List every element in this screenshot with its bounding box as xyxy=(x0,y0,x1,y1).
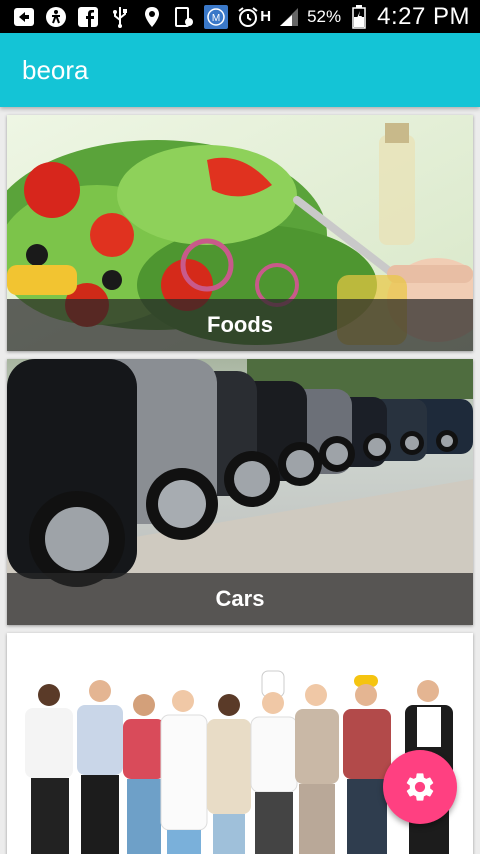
clock: 4:27 PM xyxy=(377,2,470,30)
app-bar: beora xyxy=(0,33,480,107)
category-label: Cars xyxy=(7,573,473,625)
category-label: Foods xyxy=(7,299,473,351)
battery-icon xyxy=(347,4,371,29)
svg-text:M: M xyxy=(212,13,220,24)
category-list[interactable]: Foods Cars xyxy=(0,107,480,854)
network-type: H xyxy=(260,8,272,25)
signal-icon xyxy=(277,5,301,29)
professions-group-photo xyxy=(7,633,473,854)
category-card-cars[interactable]: Cars xyxy=(7,359,473,625)
accessibility-icon xyxy=(44,5,68,29)
notification-icon xyxy=(12,5,36,29)
facebook-icon xyxy=(76,5,100,29)
alarm-icon xyxy=(236,5,260,29)
settings-fab[interactable] xyxy=(383,750,457,824)
gear-icon xyxy=(403,770,437,804)
screenshot-icon xyxy=(172,5,196,29)
app-icon: M xyxy=(204,4,228,29)
location-icon xyxy=(140,5,164,29)
battery-percent: 52% xyxy=(307,6,342,26)
usb-icon xyxy=(108,5,132,29)
status-bar: M H 52% 4:27 PM xyxy=(0,0,480,33)
category-card-professions[interactable] xyxy=(7,633,473,854)
app-title: beora xyxy=(22,55,89,85)
category-card-foods[interactable]: Foods xyxy=(7,115,473,351)
